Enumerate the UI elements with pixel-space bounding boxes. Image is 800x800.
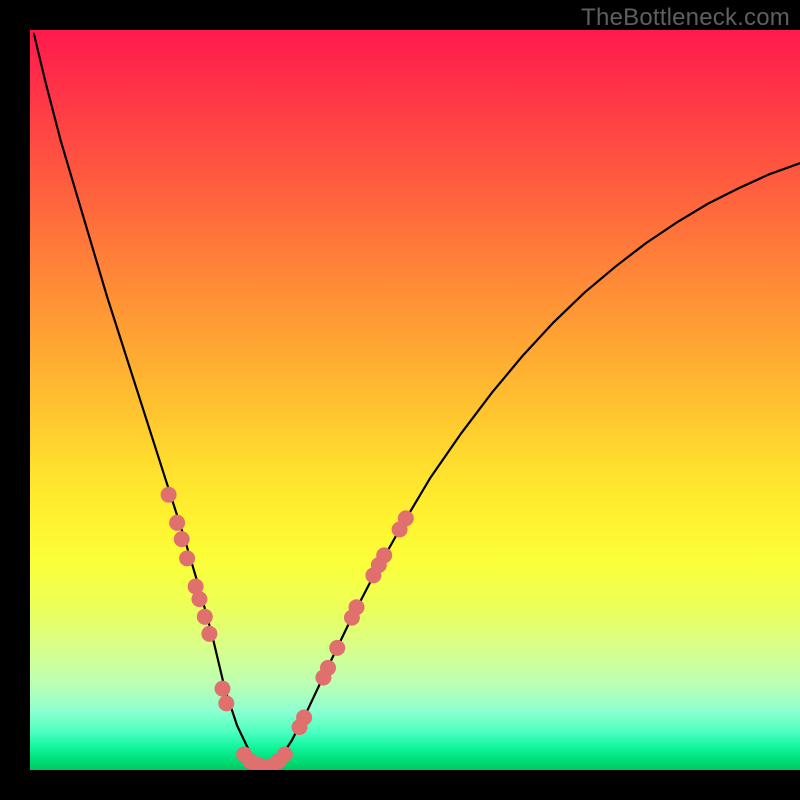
marker-dot [215,681,231,697]
marker-dot [349,599,365,615]
plot-area [30,30,800,770]
marker-dot [218,695,234,711]
marker-dot [376,547,392,563]
marker-dot [197,609,213,625]
bottleneck-curve [34,34,800,767]
marker-dot [277,747,293,763]
marker-dot [161,487,177,503]
marker-dot [398,510,414,526]
marker-dot [201,626,217,642]
marker-dot [169,515,185,531]
curve-layer [30,30,800,770]
marker-dot [320,660,336,676]
chart-frame: TheBottleneck.com [0,0,800,800]
marker-dot [296,710,312,726]
marker-dot [174,531,190,547]
marker-dot [329,640,345,656]
marker-dot [179,550,195,566]
marker-group [161,487,414,770]
marker-dot [191,591,207,607]
watermark-text: TheBottleneck.com [581,4,790,32]
